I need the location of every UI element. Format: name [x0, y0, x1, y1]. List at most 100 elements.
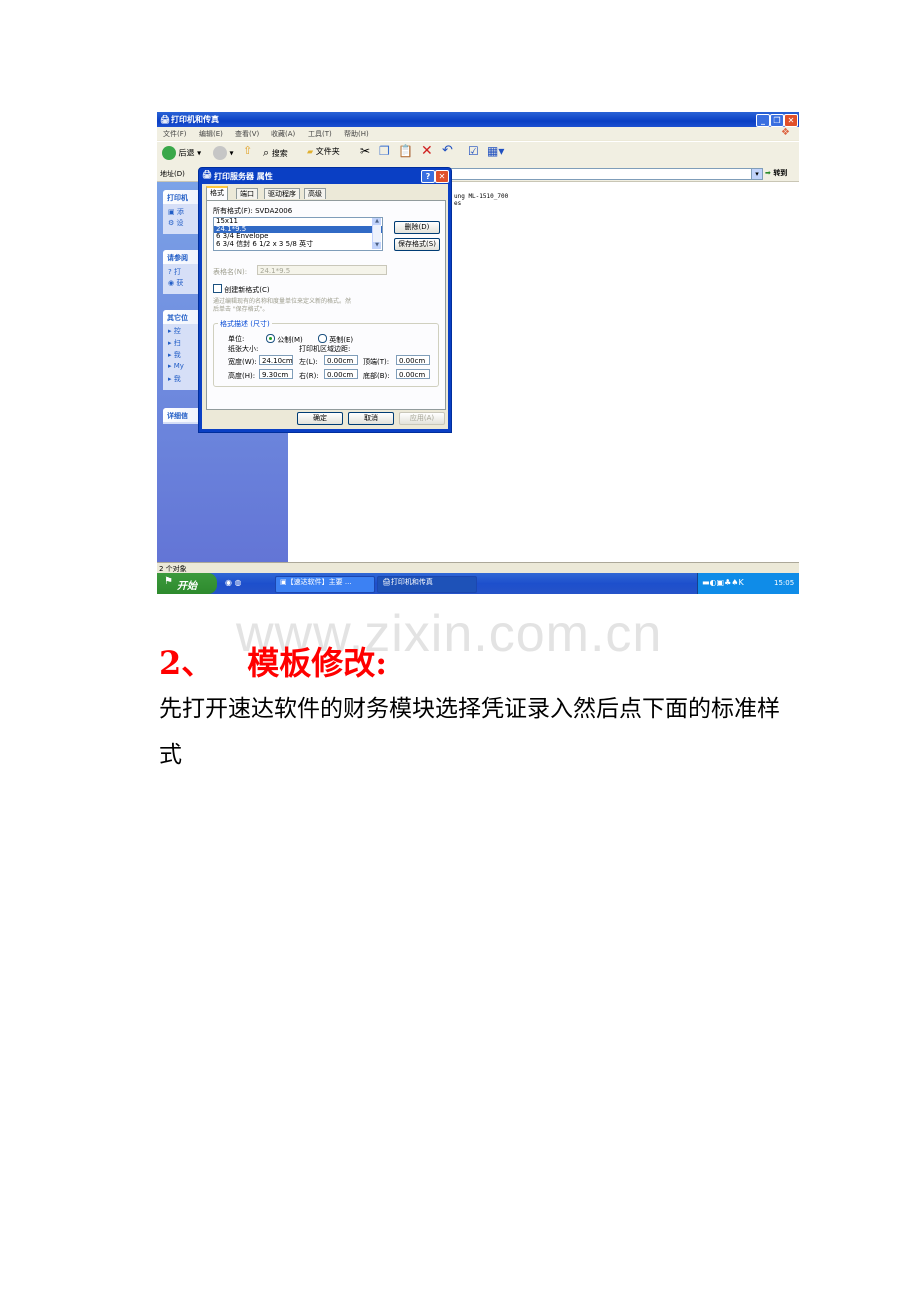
- close-button[interactable]: ✕: [784, 114, 798, 127]
- tab-forms[interactable]: 格式: [206, 186, 228, 201]
- scroll-up-icon[interactable]: ▲: [373, 218, 381, 225]
- panel-item[interactable]: ▸ 我: [168, 374, 181, 384]
- menu-help[interactable]: 帮助(H): [344, 129, 369, 139]
- search-button[interactable]: ⌕ 搜索: [263, 146, 288, 160]
- taskbar: ⚑ 开始 ◉ ◍ ▣【速达软件】主要 ... 🖨打印机和传真 ▬◐▣♣♠K 15…: [157, 573, 799, 594]
- list-scrollbar[interactable]: ▲ ▼: [372, 218, 381, 249]
- tab-advanced[interactable]: 高级: [304, 188, 326, 199]
- group-title: 格式描述 (尺寸): [218, 319, 272, 329]
- search-icon: ⌕: [263, 146, 270, 159]
- address-dropdown-icon[interactable]: ▾: [751, 168, 763, 180]
- width-input[interactable]: 24.10cm: [259, 355, 293, 365]
- create-new-form-checkbox[interactable]: 创建新格式(C): [213, 284, 270, 295]
- paste-icon[interactable]: 📋: [398, 144, 413, 158]
- menu-edit[interactable]: 编辑(E): [199, 129, 223, 139]
- printer-icon: 🖨: [202, 170, 213, 179]
- dialog-body: 格式 端口 驱动程序 高级 所有格式(F): SVDA2006 15x11 24…: [202, 184, 448, 429]
- tab-ports[interactable]: 端口: [236, 188, 258, 199]
- print-server-dialog: 🖨 打印服务器 属性 ? ✕ 格式 端口 驱动程序 高级 所有格式(F): SV…: [198, 167, 452, 433]
- search-label: 搜索: [271, 149, 288, 158]
- panel-item[interactable]: ▸ My: [168, 362, 184, 370]
- task-sudasoft[interactable]: ▣【速达软件】主要 ...: [275, 576, 375, 593]
- tray-icons[interactable]: ▬◐▣♣♠K: [702, 578, 744, 587]
- margins-label: 打印机区域边距:: [299, 345, 351, 353]
- list-item[interactable]: 6 3/4 信封 6 1/2 x 3 5/8 英寸: [214, 240, 382, 249]
- forms-on-label: 所有格式(F): SVDA2006: [213, 207, 293, 215]
- task-printers[interactable]: 🖨打印机和传真: [377, 576, 477, 593]
- forward-button[interactable]: ▾: [213, 146, 234, 160]
- height-input[interactable]: 9.30cm: [259, 369, 293, 379]
- back-label: 后退: [178, 148, 195, 158]
- left-margin-input[interactable]: 0.00cm: [324, 355, 358, 365]
- go-arrow-icon: ➡: [765, 169, 771, 177]
- panel-item[interactable]: ? 打: [168, 267, 181, 277]
- up-folder-icon[interactable]: ⇧: [243, 144, 252, 157]
- window-titlebar: 🖨 打印机和传真 _ ❐ ✕: [157, 112, 799, 127]
- section-number: 2、: [159, 644, 214, 682]
- panel-item[interactable]: ▸ 我: [168, 350, 181, 360]
- left-margin-label: 左(L):: [299, 358, 318, 366]
- top-margin-label: 顶端(T):: [363, 358, 390, 366]
- back-button[interactable]: 后退 ▾: [162, 146, 201, 160]
- app-icon: ▣: [280, 578, 287, 586]
- printer-icon: 🖨: [382, 578, 391, 586]
- section-heading: 2、 模板修改:: [159, 638, 387, 684]
- printer-icon: 🖨: [160, 115, 171, 124]
- panel-item[interactable]: ▣ 添: [168, 207, 184, 217]
- menu-bar: 文件(F) 编辑(E) 查看(V) 收藏(A) 工具(T) 帮助(H) ❖: [157, 127, 799, 140]
- restore-button[interactable]: ❐: [770, 114, 784, 127]
- right-margin-label: 右(R):: [299, 372, 319, 380]
- help-button[interactable]: ?: [421, 170, 435, 183]
- menu-file[interactable]: 文件(F): [163, 129, 187, 139]
- top-margin-input[interactable]: 0.00cm: [396, 355, 430, 365]
- panel-item[interactable]: ⚙ 设: [168, 218, 184, 228]
- printer-name[interactable]: ung ML-1510_700: [454, 193, 508, 200]
- start-button[interactable]: ⚑ 开始: [157, 573, 217, 594]
- forms-tab-page: 所有格式(F): SVDA2006 15x11 24.1*9.5 6 3/4 E…: [206, 200, 446, 410]
- folders-button[interactable]: ▰ 文件夹: [307, 146, 340, 157]
- go-label: 转到: [773, 169, 788, 177]
- menu-favorites[interactable]: 收藏(A): [271, 129, 295, 139]
- metric-radio[interactable]: 公制(M): [266, 334, 303, 345]
- cancel-button[interactable]: 取消: [348, 412, 394, 425]
- dialog-title: 打印服务器 属性: [214, 172, 273, 181]
- ok-button[interactable]: 确定: [297, 412, 343, 425]
- panel-item[interactable]: ▸ 扫: [168, 338, 181, 348]
- menu-view[interactable]: 查看(V): [235, 129, 259, 139]
- printer-name-2[interactable]: es: [454, 200, 461, 207]
- bottom-margin-input[interactable]: 0.00cm: [396, 369, 430, 379]
- windows-flag-icon: ⚑: [164, 576, 173, 587]
- quicklaunch-icons[interactable]: ◉ ◍: [225, 578, 242, 587]
- panel-item[interactable]: ▸ 控: [168, 326, 181, 336]
- address-label: 地址(D): [160, 170, 185, 178]
- start-label: 开始: [177, 581, 197, 592]
- delete-icon[interactable]: ✕: [421, 143, 433, 159]
- body-paragraph: 先打开速达软件的财务模块选择凭证录入然后点下面的标准样式: [159, 696, 780, 768]
- save-form-button[interactable]: 保存格式(S): [394, 238, 440, 251]
- copy-icon[interactable]: ❐: [379, 144, 390, 158]
- properties-icon[interactable]: ☑: [468, 144, 479, 158]
- apply-button[interactable]: 应用(A): [399, 412, 445, 425]
- cut-icon[interactable]: ✂: [360, 144, 370, 158]
- tab-drivers[interactable]: 驱动程序: [264, 188, 300, 199]
- dialog-close-button[interactable]: ✕: [435, 170, 449, 183]
- dialog-titlebar: 🖨 打印服务器 属性 ? ✕: [199, 168, 451, 183]
- folders-label: 文件夹: [315, 147, 340, 156]
- panel-item[interactable]: ◉ 获: [168, 278, 183, 288]
- undo-icon[interactable]: ↶: [442, 143, 453, 158]
- views-icon[interactable]: ▦▾: [487, 144, 504, 158]
- forward-arrow-icon: [213, 146, 227, 160]
- menu-tools[interactable]: 工具(T): [308, 129, 332, 139]
- form-description-group: 格式描述 (尺寸) 单位: 公制(M) 英制(E) 纸张大小: 打印机区域边距:…: [213, 319, 439, 387]
- radio-icon: [318, 334, 327, 343]
- radio-icon: [266, 334, 275, 343]
- right-margin-input[interactable]: 0.00cm: [324, 369, 358, 379]
- windows-logo-icon: ❖: [781, 127, 790, 138]
- go-button[interactable]: ➡ 转到: [765, 168, 787, 178]
- scroll-down-icon[interactable]: ▼: [373, 242, 381, 249]
- delete-button[interactable]: 删除(D): [394, 221, 440, 234]
- forms-list[interactable]: 15x11 24.1*9.5 6 3/4 Envelope 6 3/4 信封 6…: [213, 217, 383, 251]
- minimize-button[interactable]: _: [756, 114, 770, 127]
- toolbar: 后退 ▾ ▾ ⇧ ⌕ 搜索 ▰ 文件夹 ✂ ❐ 📋 ✕ ↶ ☑ ▦▾: [157, 141, 799, 167]
- form-name-input[interactable]: 24.1*9.5: [257, 265, 387, 275]
